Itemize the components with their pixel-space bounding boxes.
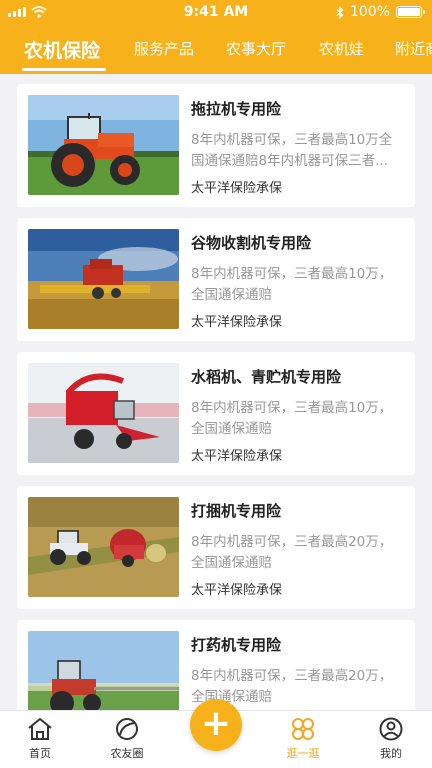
product-insurer: 太平洋保险承保 [191,449,283,464]
product-title: 打药机专用险 [191,636,282,654]
bottom-nav: 首页 农友圈 + 逛一逛 我的 [0,699,432,768]
tab-nearby[interactable]: 附近商 [395,38,432,59]
user-icon [379,717,403,741]
product-insurer: 太平洋保险承保 [191,181,283,196]
nav-mine-label: 我的 [380,747,402,760]
tab-machine-kid[interactable]: 农机娃 [319,38,364,59]
product-description: 8年内机器可保，三者最高10万全国通保通赔8年内机器可保三者... [191,132,393,169]
tractor-photo [28,95,179,195]
add-button[interactable]: + [190,699,242,751]
product-card[interactable]: 拖拉机专用险 8年内机器可保，三者最高10万全国通保通赔8年内机器可保三者...… [17,84,415,207]
status-bar: 9:41 AM 100% [0,0,432,24]
product-insurer: 太平洋保险承保 [191,583,283,598]
nav-friends[interactable]: 农友圈 [97,717,157,761]
nav-mine[interactable]: 我的 [361,717,421,761]
plus-icon: + [200,703,232,744]
product-card[interactable]: 打捆机专用险 8年内机器可保，三者最高20万，全国通保通赔 太平洋保险承保 [17,486,415,609]
tab-service-products[interactable]: 服务产品 [134,38,194,59]
nav-browse-label: 逛一逛 [286,747,320,760]
product-title: 拖拉机专用险 [191,100,282,118]
product-card[interactable]: 谷物收割机专用险 8年内机器可保，三者最高10万，全国通保通赔 太平洋保险承保 [17,218,415,341]
baler-photo [28,497,179,597]
product-description: 8年内机器可保，三者最高10万，全国通保通赔 [191,266,393,303]
leaf-icon [116,718,138,740]
product-insurer: 太平洋保险承保 [191,315,283,330]
tab-farm-hall[interactable]: 农事大厅 [226,38,286,59]
product-card[interactable]: 水稻机、青贮机专用险 8年内机器可保，三者最高10万，全国通保通赔 太平洋保险承… [17,352,415,475]
battery-icon [396,6,425,18]
battery-percent: 100% [349,4,390,20]
nav-home-label: 首页 [29,747,51,760]
home-icon [28,718,52,740]
bluetooth-icon [336,5,344,19]
product-list: 拖拉机专用险 8年内机器可保，三者最高10万全国通保通赔8年内机器可保三者...… [17,84,415,754]
nav-home[interactable]: 首页 [10,717,70,761]
clover-icon [292,718,314,740]
active-tab-indicator [22,68,106,71]
nav-friends-label: 农友圈 [110,747,144,760]
nav-browse[interactable]: 逛一逛 [273,717,333,761]
forage-harvester-photo [28,363,179,463]
status-right: 100% [336,4,425,20]
tab-agri-machine-insurance[interactable]: 农机保险 [24,36,100,63]
harvester-photo [28,229,179,329]
product-description: 8年内机器可保，三者最高20万，全国通保通赔 [191,534,393,571]
category-tabs: 农机保险 服务产品 农事大厅 农机娃 附近商 [0,24,432,74]
product-title: 水稻机、青贮机专用险 [191,368,342,386]
product-title: 谷物收割机专用险 [191,234,312,252]
product-title: 打捆机专用险 [191,502,282,520]
product-description: 8年内机器可保，三者最高10万，全国通保通赔 [191,400,393,437]
